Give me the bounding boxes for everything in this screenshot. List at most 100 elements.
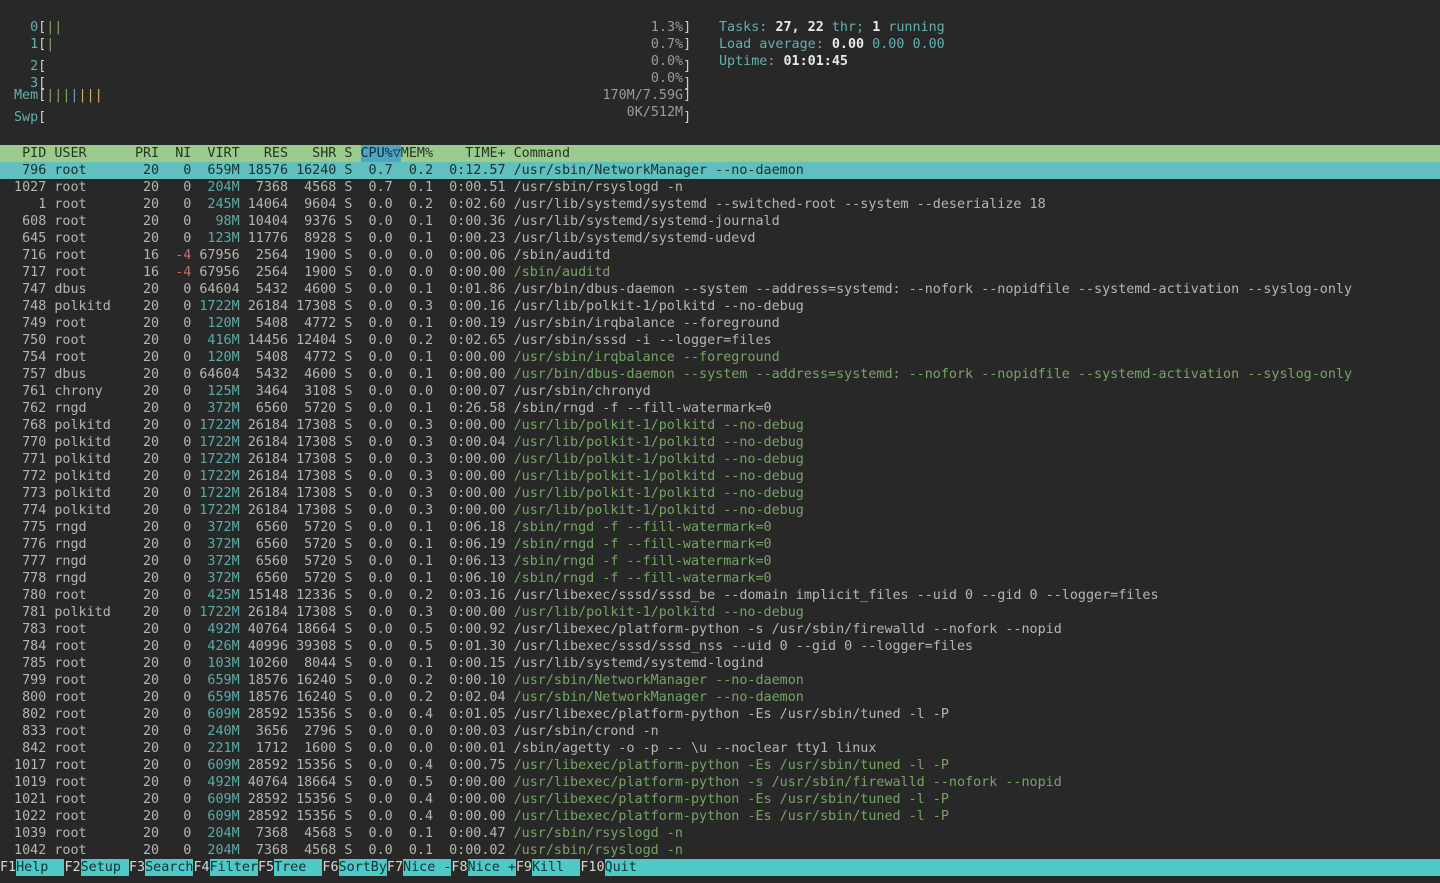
process-row-716[interactable]: 716root 16 -467956 2564 1900S 0.0 0.0 0:… xyxy=(0,247,1440,264)
meter-close-bracket: ] xyxy=(683,37,691,52)
process-row-1021[interactable]: 1021root 20 0 609M2859215356S 0.0 0.4 0:… xyxy=(0,791,1440,808)
process-row-799[interactable]: 799root 20 0 659M1857616240S 0.0 0.2 0:0… xyxy=(0,672,1440,689)
process-row-773[interactable]: 773polkitd 20 01722M2618417308S 0.0 0.3 … xyxy=(0,485,1440,502)
cell-mem: 0.3 xyxy=(401,451,433,468)
cell-pid: 802 xyxy=(6,706,46,723)
process-row-748[interactable]: 748polkitd 20 01722M2618417308S 0.0 0.3 … xyxy=(0,298,1440,315)
fkey-f9-kill[interactable]: F9Kill xyxy=(516,859,580,876)
process-row-754[interactable]: 754root 20 0 120M 5408 4772S 0.0 0.1 0:0… xyxy=(0,349,1440,366)
cell-mem: 0.2 xyxy=(401,689,433,706)
column-header-user[interactable]: USER xyxy=(54,145,127,162)
process-row-749[interactable]: 749root 20 0 120M 5408 4772S 0.0 0.1 0:0… xyxy=(0,315,1440,332)
fkey-f1-help[interactable]: F1Help xyxy=(0,859,64,876)
cell-pri: 20 xyxy=(135,672,159,689)
cell-virt: 426M xyxy=(199,638,239,655)
fkey-f10-quit[interactable]: F10Quit xyxy=(580,859,1440,876)
process-row-774[interactable]: 774polkitd 20 01722M2618417308S 0.0 0.3 … xyxy=(0,502,1440,519)
fkey-f4-filter[interactable]: F4Filter xyxy=(193,859,257,876)
column-header-shr[interactable]: SHR xyxy=(296,145,336,162)
process-row-761[interactable]: 761chrony 20 0 125M 3464 3108S 0.0 0.0 0… xyxy=(0,383,1440,400)
process-row-645[interactable]: 645root 20 0 123M11776 8928S 0.0 0.1 0:0… xyxy=(0,230,1440,247)
process-row-762[interactable]: 762rngd 20 0 372M 6560 5720S 0.0 0.1 0:2… xyxy=(0,400,1440,417)
process-row-1027[interactable]: 1027root 20 0 204M 7368 4568S 0.7 0.1 0:… xyxy=(0,179,1440,196)
fkey-f7-nice--[interactable]: F7Nice - xyxy=(387,859,451,876)
cell-user: root xyxy=(54,349,127,366)
process-row-833[interactable]: 833root 20 0 240M 3656 2796S 0.0 0.0 0:0… xyxy=(0,723,1440,740)
fkey-f3-search[interactable]: F3Search xyxy=(129,859,193,876)
process-row-1019[interactable]: 1019root 20 0 492M4076418664S 0.0 0.5 0:… xyxy=(0,774,1440,791)
meter-close-bracket: ] xyxy=(683,20,691,35)
process-row-785[interactable]: 785root 20 0 103M10260 8044S 0.0 0.1 0:0… xyxy=(0,655,1440,672)
cell-time: 0:00.06 xyxy=(441,247,505,264)
cell-user: dbus xyxy=(54,366,127,383)
process-row-1042[interactable]: 1042root 20 0 204M 7368 4568S 0.0 0.1 0:… xyxy=(0,842,1440,859)
cell-pid: 785 xyxy=(6,655,46,672)
process-row-784[interactable]: 784root 20 0 426M4099639308S 0.0 0.5 0:0… xyxy=(0,638,1440,655)
cell-s: S xyxy=(344,604,352,621)
process-row-747[interactable]: 747dbus 20 064604 5432 4600S 0.0 0.1 0:0… xyxy=(0,281,1440,298)
column-header-cmd[interactable]: Command xyxy=(514,145,1432,162)
column-header-res[interactable]: RES xyxy=(248,145,288,162)
mem-meter-value: 170M/7.59G xyxy=(602,87,683,104)
cell-ni: 0 xyxy=(167,451,191,468)
fkey-f5-tree[interactable]: F5Tree xyxy=(258,859,322,876)
process-row-777[interactable]: 777rngd 20 0 372M 6560 5720S 0.0 0.1 0:0… xyxy=(0,553,1440,570)
cell-virt: 1722M xyxy=(199,604,239,621)
column-header-pri[interactable]: PRI xyxy=(135,145,159,162)
cell-pri: 20 xyxy=(135,366,159,383)
process-command: /usr/libexec/platform-python -s /usr/sbi… xyxy=(514,774,1440,791)
cell-shr: 4772 xyxy=(296,315,336,332)
cell-res: 18576 xyxy=(248,672,288,689)
cell-res: 40764 xyxy=(248,774,288,791)
process-row-800[interactable]: 800root 20 0 659M1857616240S 0.0 0.2 0:0… xyxy=(0,689,1440,706)
process-row-796[interactable]: 796root 20 0 659M1857616240S 0.7 0.2 0:1… xyxy=(0,162,1440,179)
process-row-842[interactable]: 842root 20 0 221M 1712 1600S 0.0 0.0 0:0… xyxy=(0,740,1440,757)
process-row-771[interactable]: 771polkitd 20 01722M2618417308S 0.0 0.3 … xyxy=(0,451,1440,468)
cell-res: 28592 xyxy=(248,791,288,808)
cell-time: 0:01.86 xyxy=(441,281,505,298)
column-header-cpu[interactable]: CPU%▽ xyxy=(361,145,401,162)
process-row-781[interactable]: 781polkitd 20 01722M2618417308S 0.0 0.3 … xyxy=(0,604,1440,621)
cell-mem: 0.3 xyxy=(401,485,433,502)
process-row-778[interactable]: 778rngd 20 0 372M 6560 5720S 0.0 0.1 0:0… xyxy=(0,570,1440,587)
fkey-f2-setup[interactable]: F2Setup xyxy=(64,859,128,876)
process-row-768[interactable]: 768polkitd 20 01722M2618417308S 0.0 0.3 … xyxy=(0,417,1440,434)
process-row-783[interactable]: 783root 20 0 492M4076418664S 0.0 0.5 0:0… xyxy=(0,621,1440,638)
process-command: /usr/lib/polkit-1/polkitd --no-debug xyxy=(514,502,1440,519)
meter-open-bracket: [ xyxy=(38,20,46,35)
column-header-virt[interactable]: VIRT xyxy=(199,145,239,162)
process-row-772[interactable]: 772polkitd 20 01722M2618417308S 0.0 0.3 … xyxy=(0,468,1440,485)
process-row-1[interactable]: 1root 20 0 245M14064 9604S 0.0 0.2 0:02.… xyxy=(0,196,1440,213)
cell-mem: 0.1 xyxy=(401,570,433,587)
column-header-mem[interactable]: MEM% xyxy=(401,145,433,162)
cell-res: 2564 xyxy=(248,247,288,264)
cell-time: 0:00.00 xyxy=(441,451,505,468)
cell-cpu: 0.0 xyxy=(361,519,393,536)
column-header-ni[interactable]: NI xyxy=(167,145,191,162)
process-row-608[interactable]: 608root 20 0 98M10404 9376S 0.0 0.1 0:00… xyxy=(0,213,1440,230)
process-row-750[interactable]: 750root 20 0 416M1445612404S 0.0 0.2 0:0… xyxy=(0,332,1440,349)
cell-ni: 0 xyxy=(167,281,191,298)
process-row-776[interactable]: 776rngd 20 0 372M 6560 5720S 0.0 0.1 0:0… xyxy=(0,536,1440,553)
process-row-775[interactable]: 775rngd 20 0 372M 6560 5720S 0.0 0.1 0:0… xyxy=(0,519,1440,536)
fkey-f8-nice-+[interactable]: F8Nice + xyxy=(451,859,515,876)
meter-close-bracket: ] xyxy=(683,110,691,125)
cell-time: 0:00.47 xyxy=(441,825,505,842)
cell-res: 26184 xyxy=(248,604,288,621)
process-row-770[interactable]: 770polkitd 20 01722M2618417308S 0.0 0.3 … xyxy=(0,434,1440,451)
cell-ni: 0 xyxy=(167,519,191,536)
process-row-1017[interactable]: 1017root 20 0 609M2859215356S 0.0 0.4 0:… xyxy=(0,757,1440,774)
process-row-1022[interactable]: 1022root 20 0 609M2859215356S 0.0 0.4 0:… xyxy=(0,808,1440,825)
process-row-780[interactable]: 780root 20 0 425M1514812336S 0.0 0.2 0:0… xyxy=(0,587,1440,604)
column-header-s[interactable]: S xyxy=(344,145,352,162)
cell-res: 18576 xyxy=(248,162,288,179)
process-row-1039[interactable]: 1039root 20 0 204M 7368 4568S 0.0 0.1 0:… xyxy=(0,825,1440,842)
fkey-f6-sortby[interactable]: F6SortBy xyxy=(322,859,386,876)
cell-res: 6560 xyxy=(248,400,288,417)
column-header-pid[interactable]: PID xyxy=(6,145,46,162)
load-average-line: Load average: 0.00 0.00 0.00 xyxy=(719,36,945,53)
column-header-time[interactable]: TIME+ xyxy=(441,145,505,162)
process-row-717[interactable]: 717root 16 -467956 2564 1900S 0.0 0.0 0:… xyxy=(0,264,1440,281)
process-row-802[interactable]: 802root 20 0 609M2859215356S 0.0 0.4 0:0… xyxy=(0,706,1440,723)
process-row-757[interactable]: 757dbus 20 064604 5432 4600S 0.0 0.1 0:0… xyxy=(0,366,1440,383)
